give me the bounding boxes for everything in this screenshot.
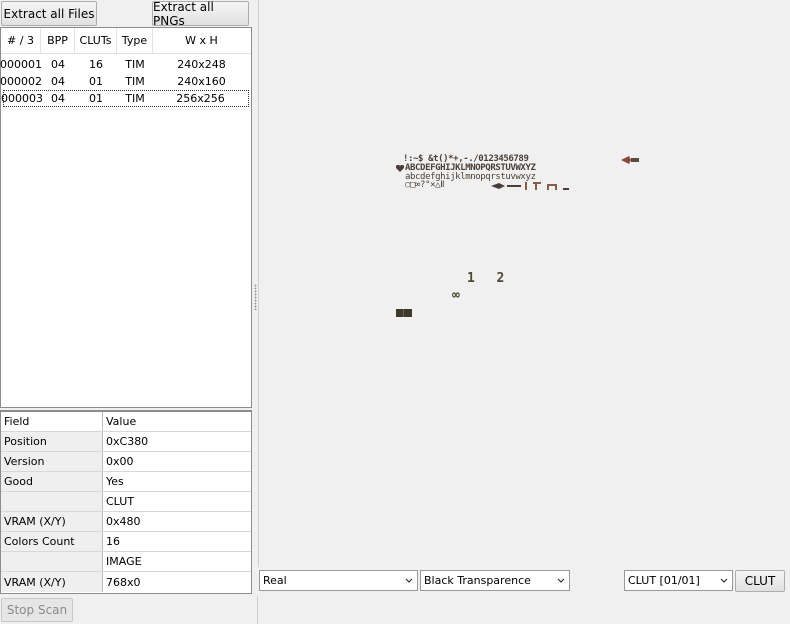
property-row[interactable]: CLUT [1,492,251,512]
cell-size: 256x256 [176,92,225,105]
infinity-glyph: ∞ [452,288,460,303]
chevron-down-icon [720,578,728,583]
cell-size: 240x160 [177,75,226,88]
property-value: 0x480 [106,515,141,528]
table-row[interactable]: 000002 04 01 TIM 240x160 [0,73,251,90]
property-row[interactable]: VRAM (X/Y) 768x0 [1,572,251,592]
column-header-cluts[interactable]: CLUTs [75,28,117,53]
hand-pointer-glyph-icon [621,155,639,164]
property-field: Colors Count [1,532,103,551]
transparency-select[interactable]: Black Transparence [420,570,570,591]
status-bar: Stop Scan [0,596,790,624]
extract-all-files-button[interactable]: Extract all Files [1,1,97,26]
font-glyph-row-special: ○□∞?°✕△Ⅱ [405,180,445,190]
property-row[interactable]: Good Yes [1,472,251,492]
image-preview: !:~$ &t()*+,-./0123456789 ABCDEFGHIJKLMN… [258,0,790,567]
property-value: 16 [106,535,120,548]
column-header-field[interactable]: Field [1,412,103,431]
property-field: Version [1,452,103,471]
transparency-value: Black Transparence [424,574,531,587]
property-row[interactable]: Version 0x00 [1,452,251,472]
cell-type: TIM [125,92,145,105]
property-value: 768x0 [106,575,141,589]
property-field [1,552,103,571]
book-glyph-icon [396,307,412,320]
cell-bpp: 04 [51,58,65,71]
property-row[interactable]: Position 0xC380 [1,432,251,452]
cell-cluts: 16 [89,58,103,71]
cell-size: 240x248 [177,58,226,71]
left-panel: Extract all Files Extract all PNGs # / 3… [0,0,253,596]
chevron-down-icon [405,578,413,583]
cell-id: 000003 [1,92,43,105]
cell-cluts: 01 [89,92,103,105]
properties-table: Field Value Position 0xC380 Version 0x00… [0,410,252,594]
property-row[interactable]: VRAM (X/Y) 0x480 [1,512,251,532]
cell-id: 000001 [0,58,42,71]
property-value: 0xC380 [106,435,149,448]
cell-type: TIM [125,75,145,88]
property-value: Yes [106,475,124,488]
cell-bpp: 04 [51,75,65,88]
clut-select-value: CLUT [01/01] [628,574,700,587]
column-header-bpp[interactable]: BPP [41,28,75,53]
property-row[interactable]: IMAGE [1,552,251,572]
property-value: IMAGE [106,555,142,568]
render-mode-select[interactable]: Real [259,570,418,591]
property-field: VRAM (X/Y) [1,572,103,592]
cell-bpp: 04 [51,92,65,105]
extract-all-pngs-button[interactable]: Extract all PNGs [152,0,249,28]
column-header-index[interactable]: # / 3 [1,28,41,53]
status-divider [257,596,258,624]
chevron-down-icon [557,578,565,583]
clut-button[interactable]: CLUT [735,570,785,592]
property-field: VRAM (X/Y) [1,512,103,531]
cell-cluts: 01 [89,75,103,88]
file-table-header: # / 3 BPP CLUTs Type W x H [1,28,251,54]
table-row[interactable]: 000001 04 16 TIM 240x248 [0,56,251,73]
property-value: 0x00 [106,455,134,468]
property-field: Position [1,432,103,451]
file-table: # / 3 BPP CLUTs Type W x H 000001 04 16 … [0,27,252,408]
stop-scan-button[interactable]: Stop Scan [1,598,73,622]
column-header-value[interactable]: Value [103,412,251,431]
clut-select[interactable]: CLUT [01/01] [624,570,733,591]
property-row[interactable]: Colors Count 16 [1,532,251,552]
column-header-type[interactable]: Type [117,28,153,53]
property-field [1,492,103,511]
property-value: CLUT [106,495,135,508]
column-header-size[interactable]: W x H [153,28,250,53]
property-field: Good [1,472,103,491]
render-mode-value: Real [263,574,287,587]
cell-type: TIM [125,58,145,71]
splitter-grip-icon[interactable] [254,284,257,310]
table-row-selected[interactable]: 000003 04 01 TIM 256x256 [1,90,249,107]
number-glyphs: 1 2 [467,271,507,286]
sprite-strip-icon [491,180,581,193]
properties-header: Field Value [1,412,251,432]
cell-id: 000002 [0,75,42,88]
heart-glyph-icon [395,163,405,176]
